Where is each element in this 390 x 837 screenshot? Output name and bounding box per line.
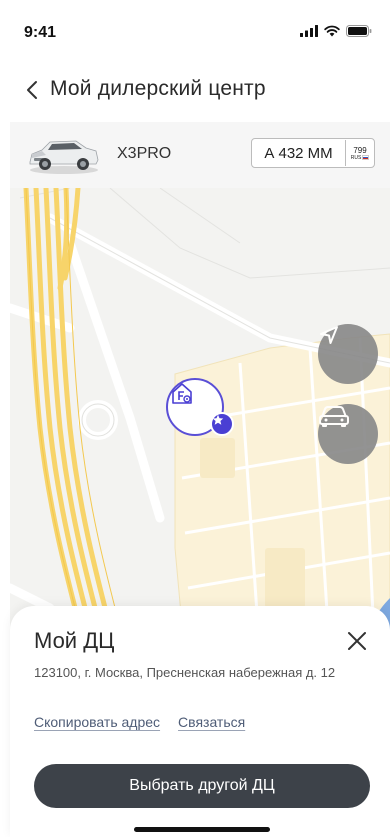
- show-car-button[interactable]: [318, 404, 378, 464]
- dealer-map-pin[interactable]: [166, 378, 234, 438]
- page-title: Мой дилерский центр: [50, 77, 266, 100]
- plate-region-number: 799: [353, 145, 367, 155]
- signal-icon: [300, 25, 318, 37]
- home-indicator: [134, 827, 270, 832]
- russia-flag-icon: [362, 155, 370, 160]
- sheet-title: Мой ДЦ: [34, 628, 115, 653]
- navigation-arrow-icon: [320, 326, 338, 344]
- header: Мой дилерский центр: [0, 64, 390, 122]
- car-model: X3PRO: [117, 145, 172, 162]
- plate-region: 799 RUS: [346, 146, 374, 161]
- status-icons: [300, 25, 372, 37]
- license-plate: А 432 ММ 799 RUS: [251, 138, 375, 168]
- plate-country: RUS: [350, 154, 362, 161]
- close-icon: [348, 632, 366, 650]
- plate-number: А 432 ММ: [264, 144, 333, 162]
- choose-other-dealer-button[interactable]: Выбрать другой ДЦ: [34, 764, 370, 808]
- status-time: 9:41: [24, 24, 57, 41]
- contact-link[interactable]: Связаться: [178, 714, 245, 730]
- favorite-badge: [210, 412, 234, 436]
- close-button[interactable]: [344, 628, 370, 654]
- dealer-bottom-sheet: Мой ДЦ 123100, г. Москва, Пресненская на…: [10, 606, 390, 837]
- sheet-links: Скопировать адрес Связаться: [34, 714, 245, 730]
- wifi-icon: [324, 25, 340, 37]
- car-info-bar: X3PRO А 432 ММ 799 RUS: [10, 122, 390, 188]
- car-image: [29, 140, 99, 174]
- copy-address-link[interactable]: Скопировать адрес: [34, 714, 160, 730]
- locate-me-button[interactable]: [318, 324, 378, 384]
- back-button[interactable]: [18, 76, 46, 104]
- dealer-service-icon: [172, 383, 192, 404]
- dealer-address: 123100, г. Москва, Пресненская набережна…: [34, 665, 336, 680]
- car-icon: [319, 406, 349, 427]
- map-view[interactable]: [10, 188, 390, 658]
- battery-icon: [346, 25, 372, 37]
- chevron-left-icon: [27, 81, 37, 99]
- star-icon: [212, 414, 224, 425]
- status-bar: 9:41: [0, 0, 390, 64]
